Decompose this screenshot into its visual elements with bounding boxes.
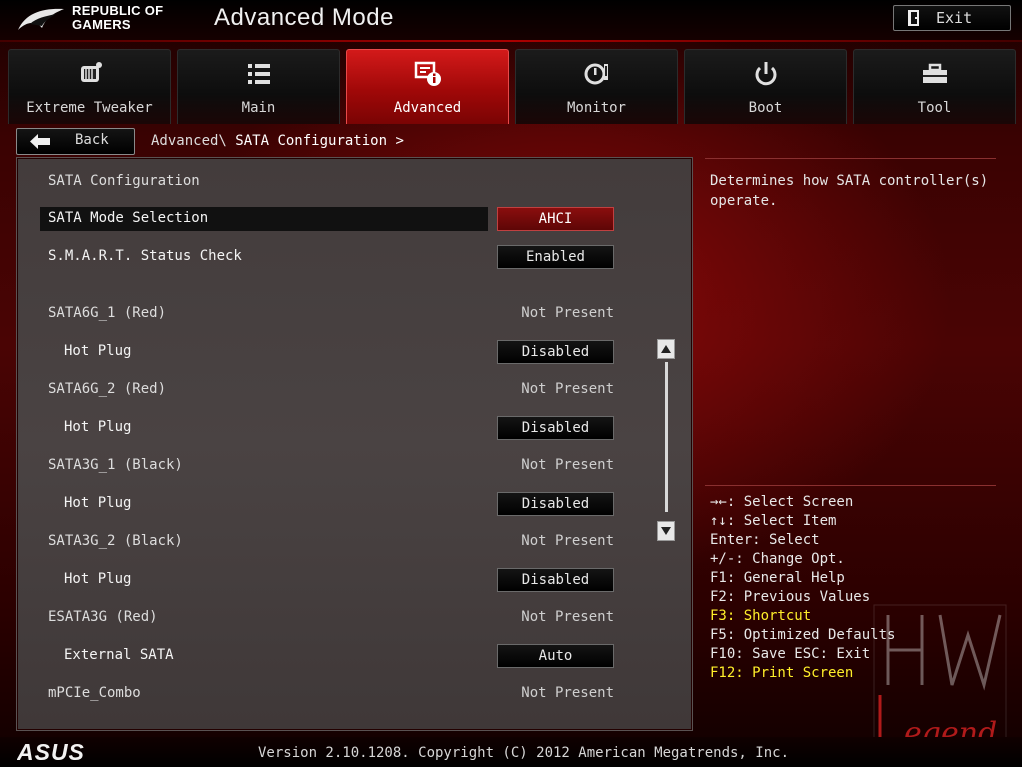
sata6g-2-label: SATA6G_2 (Red) <box>48 381 167 397</box>
monitor-gauge-icon <box>584 63 608 85</box>
smart-status-check-dropdown[interactable]: Enabled <box>497 245 614 269</box>
arrow-up-icon <box>661 345 671 353</box>
external-sata-dropdown[interactable]: Auto <box>497 644 614 668</box>
toolbox-icon <box>923 63 947 83</box>
sata3g-2-hot-plug-label[interactable]: Hot Plug <box>64 571 131 587</box>
sata3g-1-hot-plug-dropdown[interactable]: Disabled <box>497 492 614 516</box>
asus-logo-icon: ASUS <box>17 741 85 763</box>
tweaker-icon <box>81 62 102 82</box>
rog-eye-logo-icon <box>18 8 64 30</box>
mode-title: Advanced Mode <box>214 4 394 31</box>
tab-label: Extreme Tweaker <box>26 100 153 116</box>
back-label: Back <box>75 132 109 148</box>
power-icon <box>755 62 777 86</box>
tab-advanced[interactable]: Advanced <box>346 49 509 124</box>
mpcie-combo-status: Not Present <box>521 685 614 701</box>
breadcrumb: Advanced\ SATA Configuration > <box>151 133 404 149</box>
advanced-info-icon <box>414 61 441 86</box>
scroll-up-button[interactable] <box>657 339 675 359</box>
main-tab-bar: Extreme Tweaker Main Advanced Monitor Bo… <box>8 49 1016 124</box>
scrollbar-track[interactable] <box>665 362 668 512</box>
external-sata-label[interactable]: External SATA <box>64 647 174 663</box>
key-hint: F1: General Help <box>710 570 845 586</box>
sata6g-2-hot-plug-dropdown[interactable]: Disabled <box>497 416 614 440</box>
esata3g-status: Not Present <box>521 609 614 625</box>
sata3g-1-hot-plug-label[interactable]: Hot Plug <box>64 495 131 511</box>
sata3g-1-label: SATA3G_1 (Black) <box>48 457 183 473</box>
tab-label: Tool <box>917 100 952 116</box>
tab-tool[interactable]: Tool <box>853 49 1016 124</box>
tab-label: Main <box>241 100 276 116</box>
smart-status-check-label[interactable]: S.M.A.R.T. Status Check <box>48 248 242 264</box>
tab-label: Advanced <box>393 100 462 116</box>
key-hint: Enter: Select <box>710 532 820 548</box>
sata3g-2-status: Not Present <box>521 533 614 549</box>
tab-extreme-tweaker[interactable]: Extreme Tweaker <box>8 49 171 124</box>
sata6g-1-label: SATA6G_1 (Red) <box>48 305 167 321</box>
tab-label: Monitor <box>566 100 626 116</box>
sata6g-2-hot-plug-label[interactable]: Hot Plug <box>64 419 131 435</box>
sata3g-2-label: SATA3G_2 (Black) <box>48 533 183 549</box>
mpcie-combo-label: mPCIe_Combo <box>48 685 141 701</box>
tab-boot[interactable]: Boot <box>684 49 847 124</box>
sata3g-1-status: Not Present <box>521 457 614 473</box>
sata6g-2-status: Not Present <box>521 381 614 397</box>
tab-label: Boot <box>748 100 783 116</box>
back-arrow-icon <box>30 134 50 149</box>
title-bar: REPUBLIC OF GAMERS Advanced Mode Exit <box>0 0 1022 42</box>
settings-panel: SATA Configuration SATA Mode Selection A… <box>16 157 693 731</box>
tab-main[interactable]: Main <box>177 49 340 124</box>
exit-label: Exit <box>936 9 973 27</box>
arrow-down-icon <box>661 527 671 535</box>
sata6g-1-hot-plug-label[interactable]: Hot Plug <box>64 343 131 359</box>
back-button[interactable]: Back <box>16 128 135 155</box>
brand-line-1: REPUBLIC OF <box>72 3 164 18</box>
sata-mode-selection-label[interactable]: SATA Mode Selection <box>48 210 208 226</box>
sata-mode-selection-dropdown[interactable]: AHCI <box>497 207 614 231</box>
rog-brand-text: REPUBLIC OF GAMERS <box>72 4 163 32</box>
keys-divider <box>705 485 996 486</box>
scroll-down-button[interactable] <box>657 521 675 541</box>
sata6g-1-hot-plug-dropdown[interactable]: Disabled <box>497 340 614 364</box>
version-copyright-text: Version 2.10.1208. Copyright (C) 2012 Am… <box>258 745 790 761</box>
exit-button[interactable]: Exit <box>893 5 1011 31</box>
key-hint: →←: Select Screen <box>710 494 854 510</box>
exit-door-icon <box>908 10 919 26</box>
esata3g-label: ESATA3G (Red) <box>48 609 158 625</box>
tab-monitor[interactable]: Monitor <box>515 49 678 124</box>
header-divider <box>0 40 1022 42</box>
sata3g-2-hot-plug-dropdown[interactable]: Disabled <box>497 568 614 592</box>
help-description: Determines how SATA controller(s) operat… <box>710 173 989 209</box>
svg-text:ASUS: ASUS <box>17 741 85 763</box>
breadcrumb-current: SATA Configuration > <box>235 133 404 149</box>
breadcrumb-parent[interactable]: Advanced\ <box>151 133 227 149</box>
list-icon <box>248 64 270 84</box>
hw-legend-watermark: egend <box>873 604 1007 756</box>
sata6g-1-status: Not Present <box>521 305 614 321</box>
brand-line-2: GAMERS <box>72 17 131 32</box>
section-title: SATA Configuration <box>48 173 200 189</box>
help-top-divider <box>705 158 996 159</box>
key-hint: +/-: Change Opt. <box>710 551 845 567</box>
key-hint: ↑↓: Select Item <box>710 513 837 529</box>
